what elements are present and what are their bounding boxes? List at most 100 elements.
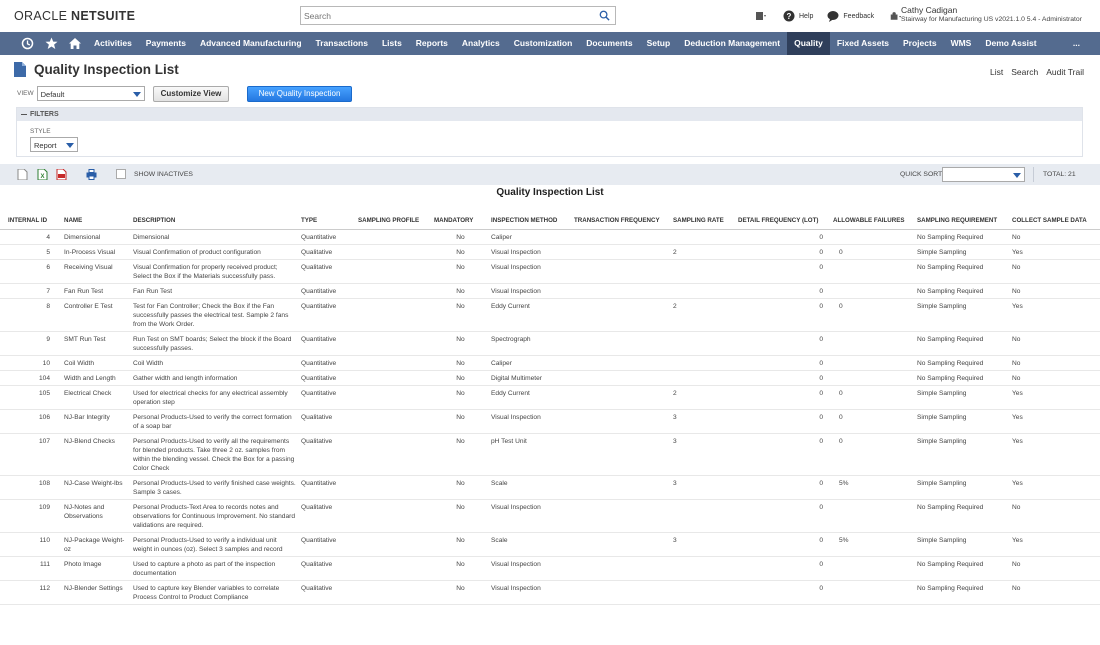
col-description[interactable]: DESCRIPTION [131, 212, 299, 230]
netsuite-logo[interactable]: ORACLE NETSUITE [14, 9, 135, 23]
col-transaction-frequency[interactable]: TRANSACTION FREQUENCY [572, 212, 671, 230]
cell-sampling-requirement: No Sampling Required [915, 259, 1010, 284]
col-name[interactable]: NAME [62, 212, 131, 230]
col-collect-sample-data[interactable]: COLLECT SAMPLE DATA [1010, 212, 1100, 230]
col-inspection-method[interactable]: INSPECTION METHOD [489, 212, 572, 230]
table-row[interactable]: 107 NJ-Blend Checks Personal Products-Used… [0, 433, 1100, 476]
table-row[interactable]: 105 Electrical Check Used for electrical c… [0, 385, 1100, 410]
col-sampling-profile[interactable]: SAMPLING PROFILE [356, 212, 432, 230]
nav-fixed-assets[interactable]: Fixed Assets [830, 32, 896, 55]
nav-activities[interactable]: Activities [87, 32, 139, 55]
table-row[interactable]: 108 NJ-Case Weight-lbs Personal Products-U… [0, 475, 1100, 500]
audit-trail-link[interactable]: Audit Trail [1046, 67, 1084, 77]
cell-name[interactable]: Receiving Visual [62, 259, 131, 284]
nav-payments[interactable]: Payments [139, 32, 193, 55]
col-sampling-rate[interactable]: SAMPLING RATE [671, 212, 736, 230]
search-input[interactable] [301, 7, 591, 24]
col-detail-frequency[interactable]: DETAIL FREQUENCY (LOT) [736, 212, 831, 230]
table-row[interactable]: 5 In-Process Visual Visual Confirmation of… [0, 244, 1100, 260]
search-link[interactable]: Search [1011, 67, 1038, 77]
cell-name[interactable]: Coil Width [62, 355, 131, 371]
print-icon[interactable] [86, 169, 97, 180]
nav-more[interactable]: ... [1066, 32, 1100, 55]
col-allowable-failures[interactable]: ALLOWABLE FAILURES [831, 212, 915, 230]
export-excel-icon[interactable]: X [37, 169, 48, 180]
table-row[interactable]: 4 Dimensional Dimensional Quantitative No Cal… [0, 229, 1100, 245]
nav-customization[interactable]: Customization [507, 32, 580, 55]
cell-name[interactable]: Fan Run Test [62, 283, 131, 299]
cell-name[interactable]: NJ-Package Weight-oz [62, 532, 131, 557]
search-icon[interactable] [599, 10, 610, 21]
cell-name[interactable]: NJ-Case Weight-lbs [62, 475, 131, 500]
nav-advanced-manufacturing[interactable]: Advanced Manufacturing [193, 32, 309, 55]
table-row[interactable]: 109 NJ-Notes and Observations Personal Pro… [0, 499, 1100, 533]
list-link[interactable]: List [990, 67, 1003, 77]
style-select[interactable]: Report [30, 137, 78, 152]
col-type[interactable]: TYPE [299, 212, 356, 230]
table-row[interactable]: 112 NJ-Blender Settings Used to capture ke… [0, 580, 1100, 605]
help-link[interactable]: Help [799, 13, 813, 20]
home-icon[interactable] [63, 32, 87, 55]
cell-sampling-requirement: No Sampling Required [915, 283, 1010, 299]
cell-collect-sample-data: No [1010, 259, 1100, 284]
nav-wms[interactable]: WMS [944, 32, 979, 55]
cell-name[interactable]: Electrical Check [62, 385, 131, 410]
global-search[interactable] [300, 6, 616, 25]
nav-transactions[interactable]: Transactions [309, 32, 375, 55]
col-sampling-requirement[interactable]: SAMPLING REQUIREMENT [915, 212, 1010, 230]
cell-name[interactable]: NJ-Bar Integrity [62, 409, 131, 434]
cell-name[interactable]: NJ-Blend Checks [62, 433, 131, 476]
cell-inspection-method: Visual Inspection [489, 409, 572, 434]
col-mandatory[interactable]: MANDATORY [432, 212, 489, 230]
help-icon[interactable]: ? [783, 10, 795, 22]
new-quality-inspection-button[interactable]: New Quality Inspection [247, 86, 352, 102]
nav-demo-assist[interactable]: Demo Assist [978, 32, 1043, 55]
cell-sampling-requirement: No Sampling Required [915, 355, 1010, 371]
table-row[interactable]: 106 NJ-Bar Integrity Personal Products-Use… [0, 409, 1100, 434]
col-internal-id[interactable]: INTERNAL ID [0, 212, 62, 230]
recent-icon[interactable] [15, 32, 39, 55]
show-inactives-checkbox[interactable] [116, 169, 126, 179]
feedback-link[interactable]: Feedback [843, 13, 874, 20]
recent-records-icon[interactable] [755, 10, 767, 22]
table-row[interactable]: 9 SMT Run Test Run Test on SMT boards; Sel… [0, 331, 1100, 356]
nav-reports[interactable]: Reports [409, 32, 455, 55]
cell-name[interactable]: Dimensional [62, 229, 131, 245]
cell-name[interactable]: In-Process Visual [62, 244, 131, 260]
feedback-icon[interactable] [827, 10, 839, 22]
cell-name[interactable]: NJ-Notes and Observations [62, 499, 131, 533]
cell-name[interactable]: Controller E Test [62, 298, 131, 332]
table-row[interactable]: 8 Controller E Test Test for Fan Controlle… [0, 298, 1100, 332]
customize-view-button[interactable]: Customize View [153, 86, 229, 102]
cell-name[interactable]: NJ-Blender Settings [62, 580, 131, 605]
cell-name[interactable]: Photo Image [62, 556, 131, 581]
table-row[interactable]: 10 Coil Width Coil Width Quantitative No Cali… [0, 355, 1100, 371]
user-menu[interactable]: Cathy Cadigan Stairway for Manufacturing… [901, 6, 1082, 24]
collapse-icon[interactable] [21, 113, 27, 115]
nav-projects[interactable]: Projects [896, 32, 944, 55]
quick-sort-select[interactable] [942, 167, 1025, 182]
nav-lists[interactable]: Lists [375, 32, 409, 55]
view-select[interactable]: Default [36, 86, 145, 101]
nav-setup[interactable]: Setup [640, 32, 678, 55]
cell-sampling-profile [356, 556, 432, 581]
export-csv-icon[interactable] [17, 169, 28, 180]
nav-quality[interactable]: Quality [787, 32, 830, 55]
cell-sampling-profile [356, 370, 432, 386]
nav-deduction-management[interactable]: Deduction Management [677, 32, 787, 55]
table-row[interactable]: 111 Photo Image Used to capture a photo as… [0, 556, 1100, 581]
cell-internal-id: 7 [0, 283, 62, 299]
cell-name[interactable]: SMT Run Test [62, 331, 131, 356]
table-row[interactable]: 7 Fan Run Test Fan Run Test Quantitative No V… [0, 283, 1100, 299]
table-row[interactable]: 6 Receiving Visual Visual Confirmation for… [0, 259, 1100, 284]
nav-analytics[interactable]: Analytics [455, 32, 507, 55]
nav-documents[interactable]: Documents [579, 32, 639, 55]
export-pdf-icon[interactable] [56, 169, 67, 180]
table-row[interactable]: 104 Width and Length Gather width and leng… [0, 370, 1100, 386]
cell-sampling-profile [356, 409, 432, 434]
star-icon[interactable] [39, 32, 63, 55]
cell-name[interactable]: Width and Length [62, 370, 131, 386]
filters-header[interactable]: FILTERS [17, 108, 1082, 121]
table-row[interactable]: 110 NJ-Package Weight-oz Personal Products… [0, 532, 1100, 557]
cell-detail-frequency: 0 [736, 532, 831, 557]
